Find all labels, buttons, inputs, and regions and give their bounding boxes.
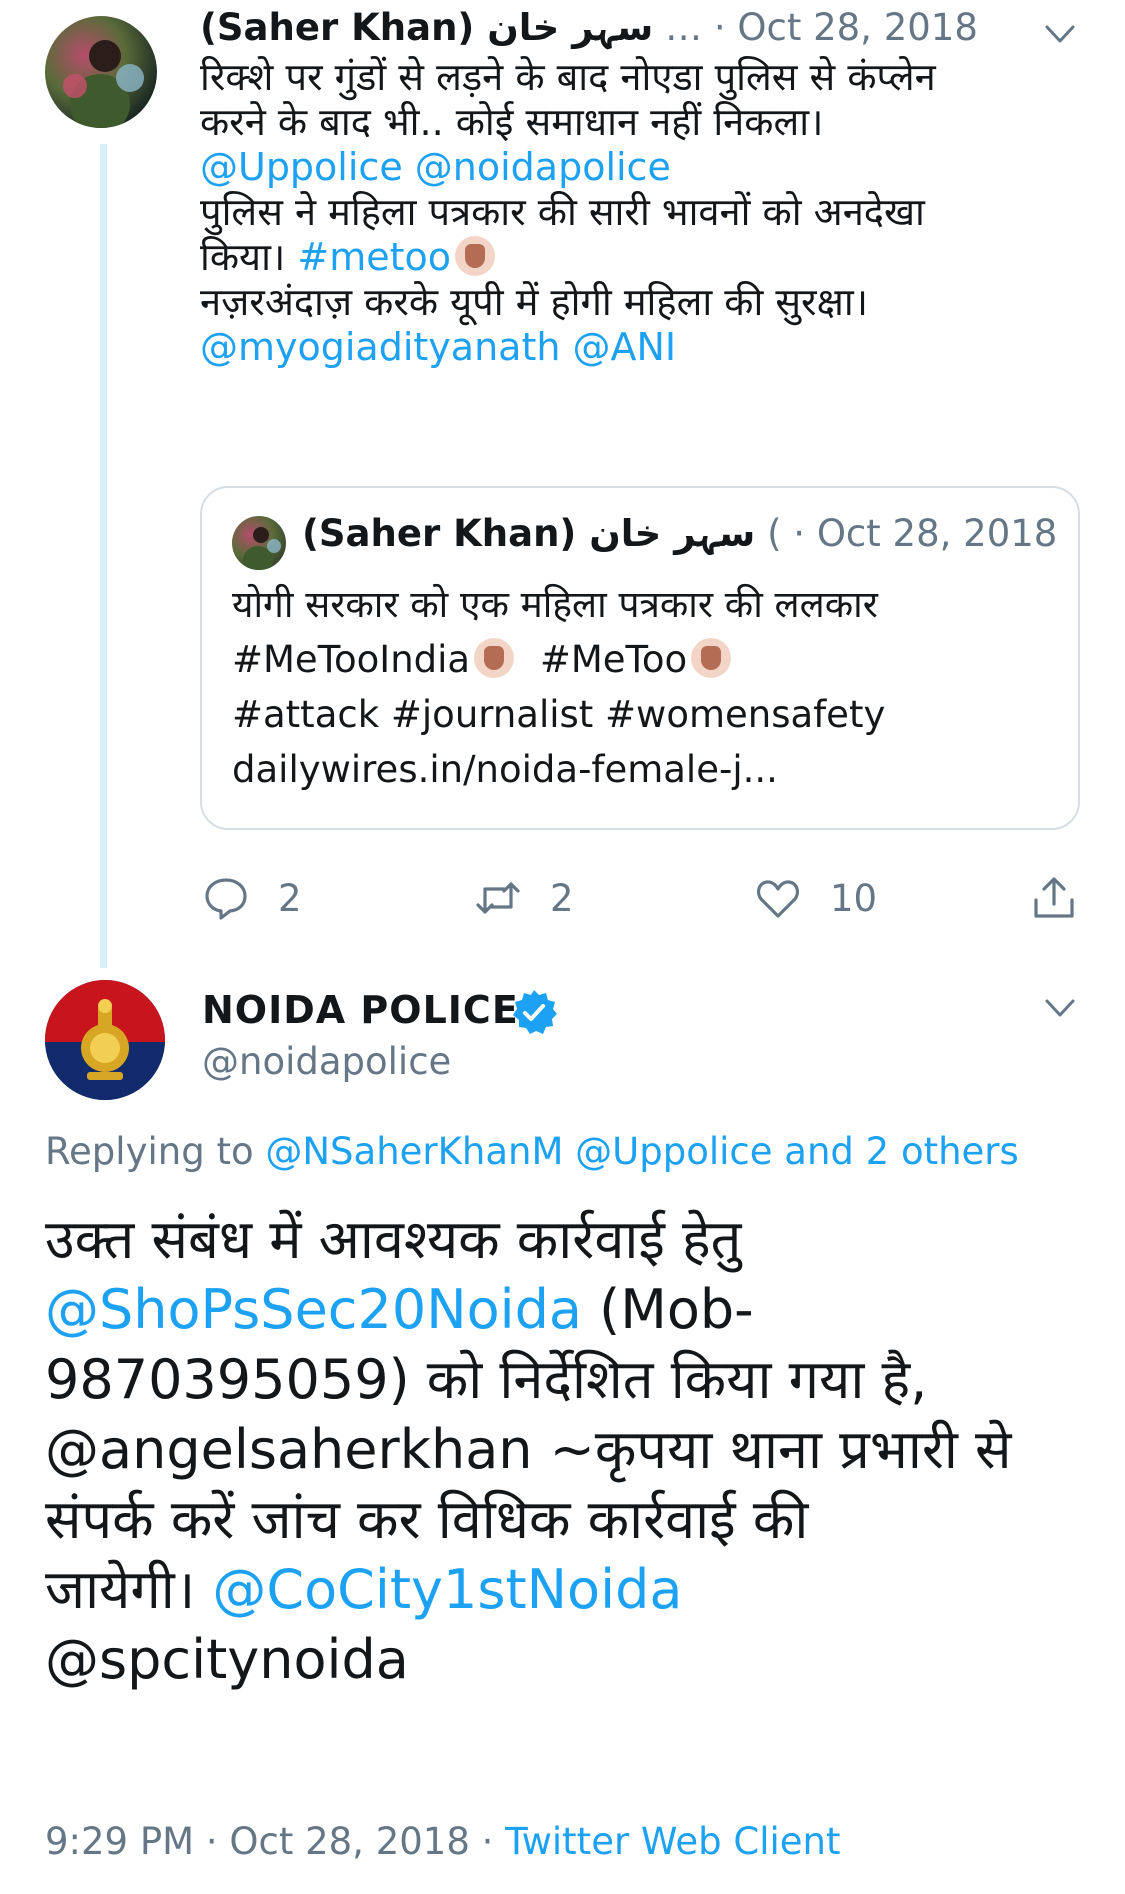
reply-button[interactable]: 2 xyxy=(202,870,302,926)
quoted-text-line: dailywires.in/noida-female-j... xyxy=(232,748,778,791)
avatar[interactable] xyxy=(45,980,165,1100)
quoted-name-truncation: ( · xyxy=(767,512,806,555)
like-button[interactable]: 10 xyxy=(754,870,877,926)
reply-count: 2 xyxy=(278,876,302,920)
tweet-timestamp[interactable]: 9:29 PM · Oct 28, 2018 · xyxy=(45,1820,493,1863)
avatar[interactable] xyxy=(45,16,157,128)
replying-targets[interactable]: @NSaherKhanM @Uppolice and 2 others xyxy=(265,1130,1018,1173)
mention-link[interactable]: @myogiadityanath @ANI xyxy=(200,320,676,374)
replying-to: Replying to @NSaherKhanM @Uppolice and 2… xyxy=(45,1130,1019,1173)
quoted-author-name: (Saher Khan) سہر خان xyxy=(302,512,756,555)
name-truncation: … xyxy=(665,6,703,49)
quoted-avatar xyxy=(232,516,286,570)
share-icon xyxy=(1034,877,1074,918)
retweet-button[interactable]: 2 xyxy=(474,870,574,926)
chevron-down-icon[interactable] xyxy=(1042,16,1078,52)
author-handle[interactable]: @noidapolice xyxy=(202,1040,451,1083)
raised-hand-emoji-icon xyxy=(474,638,515,678)
retweet-icon xyxy=(476,882,520,914)
chevron-down-icon[interactable] xyxy=(1042,990,1078,1026)
quoted-header: (Saher Khan) سہر خان ( · Oct 28, 2018 xyxy=(302,512,1062,555)
raised-hand-emoji-icon xyxy=(691,638,732,678)
author-name[interactable]: NOIDA POLICE xyxy=(202,988,519,1032)
quoted-text-line: #MeTooIndia #MeToo xyxy=(232,633,732,687)
mention-link[interactable]: @CoCity1stNoida xyxy=(212,1558,682,1621)
tweet-text: (Mob- xyxy=(582,1278,754,1341)
raised-hand-emoji-icon xyxy=(455,236,496,276)
reply-icon xyxy=(205,878,247,920)
tweet-text: जायेगी। xyxy=(45,1558,213,1621)
tweet-date[interactable]: · Oct 28, 2018 xyxy=(714,6,978,49)
thread-line xyxy=(100,144,107,968)
mention-link[interactable]: @spcitynoida xyxy=(45,1618,409,1702)
tweet-source[interactable]: Twitter Web Client xyxy=(505,1820,840,1863)
tweet-text: किया। xyxy=(200,235,298,279)
replying-prefix: Replying to xyxy=(45,1130,254,1173)
verified-badge-icon xyxy=(513,990,557,1034)
author-name[interactable]: (Saher Khan) سہر خان xyxy=(200,6,653,49)
quoted-text-line: योगी सरकार को एक महिला पत्रकार की ललकार xyxy=(232,583,878,626)
mention-link[interactable]: @ShoPsSec20Noida xyxy=(45,1278,582,1341)
heart-icon xyxy=(756,880,800,918)
quoted-hashtag: #MeTooIndia xyxy=(232,638,471,681)
retweet-count: 2 xyxy=(550,876,574,920)
quoted-hashtag: #MeToo xyxy=(539,638,688,681)
share-button[interactable] xyxy=(1030,870,1078,926)
like-count: 10 xyxy=(830,876,878,920)
hashtag-link[interactable]: #metoo xyxy=(297,235,451,279)
tweet-footer: 9:29 PM · Oct 28, 2018 · Twitter Web Cli… xyxy=(45,1820,840,1863)
quoted-text-line: #attack #journalist #womensafety xyxy=(232,693,886,736)
quoted-date: Oct 28, 2018 xyxy=(816,512,1058,555)
